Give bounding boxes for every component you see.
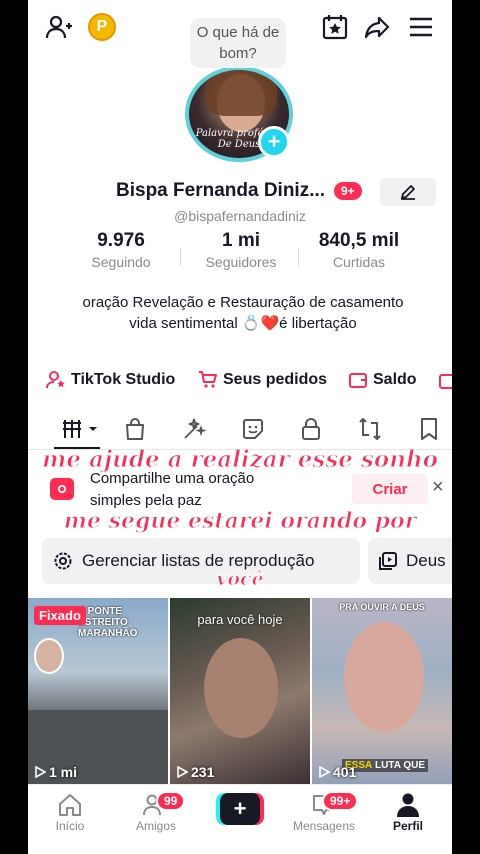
stat-divider	[298, 248, 299, 266]
video-grid: A PONTE ESTREITO MARANHÃO Fixado 1 mi pa…	[28, 598, 452, 784]
nav-friends-label: Amigos	[135, 819, 176, 833]
tiktok-studio-link[interactable]: TikTok Studio	[46, 370, 175, 390]
avatar-hair	[205, 70, 277, 116]
notification-badge[interactable]: 9+	[334, 182, 362, 200]
tab-stickers[interactable]	[238, 414, 268, 444]
create-button[interactable]: Criar	[352, 474, 428, 504]
shopping-bag-icon	[126, 418, 144, 440]
sparkle-icon	[184, 418, 207, 439]
profile-icon	[397, 793, 419, 817]
friends-badge: 99	[156, 791, 186, 811]
orders-link[interactable]: Seus pedidos	[198, 370, 327, 390]
add-friend-icon[interactable]	[44, 12, 74, 42]
edit-profile-button[interactable]	[380, 178, 436, 206]
video-caption: A PONTE ESTREITO MARANHÃO	[78, 606, 138, 639]
calendar-star-icon[interactable]	[320, 12, 350, 42]
nav-inbox[interactable]: Mensagens 99+	[282, 791, 366, 833]
overlay-text-line3: você	[216, 568, 264, 591]
play-icon	[177, 766, 188, 778]
tab-saved[interactable]	[414, 414, 444, 444]
nav-home[interactable]: Início	[28, 791, 112, 833]
sticker-icon	[243, 419, 263, 439]
video-thumbnail[interactable]: para você hoje 231	[170, 598, 310, 784]
person-star-icon	[46, 371, 65, 389]
bookmark-icon	[421, 418, 437, 440]
pencil-icon	[401, 185, 415, 200]
bag-icon	[439, 374, 452, 389]
stat-likes[interactable]: 840,5 mil Curtidas	[304, 230, 414, 270]
lock-icon	[302, 418, 320, 440]
coin-icon[interactable]: P	[88, 13, 116, 41]
profile-stats: 9.976 Seguindo 1 mi Seguidores 840,5 mil…	[28, 230, 452, 280]
inbox-badge: 99+	[322, 791, 359, 811]
view-count-value: 401	[333, 764, 357, 780]
stat-likes-value: 840,5 mil	[318, 230, 400, 251]
repost-icon	[359, 418, 381, 440]
subtitle-rest: LUTA QUE	[372, 760, 426, 771]
stat-following[interactable]: 9.976 Seguindo	[66, 230, 176, 270]
thumbnail-face	[34, 638, 64, 674]
create-video-button[interactable]: +	[216, 793, 264, 825]
stat-followers-value: 1 mi	[221, 230, 261, 251]
video-thumbnail[interactable]: A PONTE ESTREITO MARANHÃO Fixado 1 mi	[28, 598, 168, 784]
nav-inbox-label: Mensagens	[292, 819, 356, 833]
plus-icon: +	[220, 793, 260, 825]
view-count-value: 231	[191, 764, 215, 780]
more-quick-link[interactable]	[438, 370, 452, 390]
nav-profile-label: Perfil	[392, 819, 423, 833]
overlay-text-line2: me segue estarei orando por	[63, 508, 417, 535]
play-icon	[35, 766, 46, 778]
nav-home-label: Início	[55, 819, 85, 833]
thumbnail-face	[204, 638, 278, 738]
tab-shop[interactable]	[120, 414, 150, 444]
stat-followers[interactable]: 1 mi Seguidores	[186, 230, 296, 270]
profile-handle: @bispafernandadiniz	[174, 208, 306, 224]
add-avatar-plus-icon[interactable]: +	[258, 126, 290, 158]
profile-bio: oração Revelação e Restauração de casame…	[82, 294, 404, 332]
video-caption: para você hoje	[197, 612, 283, 627]
thumbnail-face	[344, 622, 424, 732]
home-icon	[59, 794, 81, 816]
video-caption: PRA OUVIR A DEUS	[339, 602, 425, 612]
stat-followers-label: Seguidores	[205, 254, 277, 270]
tab-private[interactable]	[296, 414, 326, 444]
stat-likes-label: Curtidas	[332, 254, 386, 270]
menu-icon[interactable]	[406, 12, 436, 42]
overlay-text-line1: me ajude a realizar esse sonho	[41, 446, 439, 474]
balance-link[interactable]: Saldo	[348, 370, 417, 390]
status-bubble[interactable]: O que há de bom?	[190, 18, 286, 68]
tab-videos[interactable]	[60, 414, 100, 444]
cart-icon	[199, 371, 217, 388]
tab-effects[interactable]	[179, 414, 209, 444]
profile-name: Bispa Fernanda Diniz...	[116, 180, 326, 201]
video-thumbnail[interactable]: PRA OUVIR A DEUS ESSA LUTA QUE 401	[312, 598, 452, 784]
view-count: 1 mi	[34, 764, 77, 780]
camera-icon	[50, 478, 74, 500]
stat-following-label: Seguindo	[91, 254, 151, 270]
view-count: 231	[176, 764, 214, 780]
balance-label: Saldo	[373, 371, 417, 388]
tab-reposts[interactable]	[355, 414, 385, 444]
orders-label: Seus pedidos	[223, 371, 328, 388]
view-count-value: 1 mi	[49, 764, 78, 780]
bottom-navigation: Início Amigos 99 + Mensagens 99+ Perfil	[28, 784, 452, 854]
name-row: Bispa Fernanda Diniz... 9+	[28, 178, 452, 208]
grid-icon	[63, 420, 97, 438]
share-prompt-text: Compartilhe uma oração simples pela paz	[90, 470, 255, 509]
tiktok-studio-label: TikTok Studio	[71, 371, 176, 388]
pinned-badge: Fixado	[34, 606, 86, 625]
share-arrow-icon[interactable]	[362, 12, 392, 42]
close-icon[interactable]: ×	[432, 476, 444, 499]
view-count: 401	[318, 764, 356, 780]
stat-following-value: 9.976	[97, 230, 145, 251]
stat-divider	[180, 248, 181, 266]
content-tabs	[28, 410, 452, 450]
nav-friends[interactable]: Amigos 99	[114, 791, 198, 833]
tiktok-profile-screen: P Palavra profética De Deus O que há de …	[28, 0, 452, 854]
wallet-icon	[349, 373, 367, 388]
quick-links: TikTok Studio Seus pedidos Saldo	[28, 368, 452, 394]
play-icon	[319, 766, 330, 778]
nav-profile[interactable]: Perfil	[366, 791, 450, 833]
